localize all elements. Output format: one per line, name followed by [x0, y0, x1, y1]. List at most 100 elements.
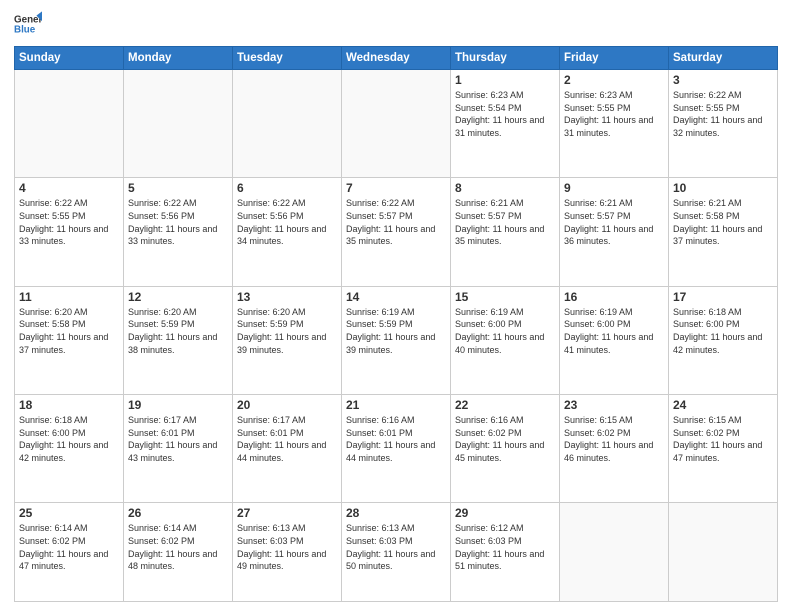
calendar-cell: 4 Sunrise: 6:22 AM Sunset: 5:55 PM Daylig… — [15, 178, 124, 286]
calendar-cell: 8 Sunrise: 6:21 AM Sunset: 5:57 PM Daylig… — [451, 178, 560, 286]
day-info: Sunrise: 6:21 AM Sunset: 5:58 PM Dayligh… — [673, 197, 773, 247]
calendar-cell: 29 Sunrise: 6:12 AM Sunset: 6:03 PM Dayli… — [451, 503, 560, 602]
week-row-3: 11 Sunrise: 6:20 AM Sunset: 5:58 PM Dayli… — [15, 286, 778, 394]
logo-icon: General Blue — [14, 10, 42, 38]
day-info: Sunrise: 6:16 AM Sunset: 6:01 PM Dayligh… — [346, 414, 446, 464]
day-info: Sunrise: 6:23 AM Sunset: 5:54 PM Dayligh… — [455, 89, 555, 139]
calendar-cell — [233, 70, 342, 178]
day-info: Sunrise: 6:18 AM Sunset: 6:00 PM Dayligh… — [673, 306, 773, 356]
day-info: Sunrise: 6:21 AM Sunset: 5:57 PM Dayligh… — [564, 197, 664, 247]
calendar-cell: 24 Sunrise: 6:15 AM Sunset: 6:02 PM Dayli… — [669, 395, 778, 503]
calendar-cell: 2 Sunrise: 6:23 AM Sunset: 5:55 PM Daylig… — [560, 70, 669, 178]
calendar-cell: 28 Sunrise: 6:13 AM Sunset: 6:03 PM Dayli… — [342, 503, 451, 602]
calendar-body: 1 Sunrise: 6:23 AM Sunset: 5:54 PM Daylig… — [15, 70, 778, 602]
weekday-wednesday: Wednesday — [342, 47, 451, 70]
calendar-cell: 15 Sunrise: 6:19 AM Sunset: 6:00 PM Dayli… — [451, 286, 560, 394]
day-info: Sunrise: 6:17 AM Sunset: 6:01 PM Dayligh… — [237, 414, 337, 464]
day-number: 29 — [455, 506, 555, 520]
day-number: 24 — [673, 398, 773, 412]
weekday-friday: Friday — [560, 47, 669, 70]
calendar-cell: 1 Sunrise: 6:23 AM Sunset: 5:54 PM Daylig… — [451, 70, 560, 178]
day-number: 16 — [564, 290, 664, 304]
day-info: Sunrise: 6:20 AM Sunset: 5:59 PM Dayligh… — [237, 306, 337, 356]
calendar-cell: 16 Sunrise: 6:19 AM Sunset: 6:00 PM Dayli… — [560, 286, 669, 394]
calendar-cell: 9 Sunrise: 6:21 AM Sunset: 5:57 PM Daylig… — [560, 178, 669, 286]
day-info: Sunrise: 6:22 AM Sunset: 5:55 PM Dayligh… — [19, 197, 119, 247]
calendar-cell: 21 Sunrise: 6:16 AM Sunset: 6:01 PM Dayli… — [342, 395, 451, 503]
day-info: Sunrise: 6:16 AM Sunset: 6:02 PM Dayligh… — [455, 414, 555, 464]
calendar-cell: 3 Sunrise: 6:22 AM Sunset: 5:55 PM Daylig… — [669, 70, 778, 178]
calendar-cell: 14 Sunrise: 6:19 AM Sunset: 5:59 PM Dayli… — [342, 286, 451, 394]
day-info: Sunrise: 6:14 AM Sunset: 6:02 PM Dayligh… — [128, 522, 228, 572]
day-number: 25 — [19, 506, 119, 520]
logo: General Blue — [14, 10, 42, 38]
calendar-cell: 18 Sunrise: 6:18 AM Sunset: 6:00 PM Dayli… — [15, 395, 124, 503]
day-info: Sunrise: 6:13 AM Sunset: 6:03 PM Dayligh… — [346, 522, 446, 572]
calendar-cell: 26 Sunrise: 6:14 AM Sunset: 6:02 PM Dayli… — [124, 503, 233, 602]
day-number: 21 — [346, 398, 446, 412]
calendar-cell: 25 Sunrise: 6:14 AM Sunset: 6:02 PM Dayli… — [15, 503, 124, 602]
day-number: 6 — [237, 181, 337, 195]
weekday-sunday: Sunday — [15, 47, 124, 70]
day-info: Sunrise: 6:18 AM Sunset: 6:00 PM Dayligh… — [19, 414, 119, 464]
weekday-thursday: Thursday — [451, 47, 560, 70]
day-info: Sunrise: 6:14 AM Sunset: 6:02 PM Dayligh… — [19, 522, 119, 572]
calendar-cell: 11 Sunrise: 6:20 AM Sunset: 5:58 PM Dayli… — [15, 286, 124, 394]
day-info: Sunrise: 6:13 AM Sunset: 6:03 PM Dayligh… — [237, 522, 337, 572]
day-number: 26 — [128, 506, 228, 520]
calendar-cell: 27 Sunrise: 6:13 AM Sunset: 6:03 PM Dayli… — [233, 503, 342, 602]
day-number: 2 — [564, 73, 664, 87]
day-info: Sunrise: 6:15 AM Sunset: 6:02 PM Dayligh… — [564, 414, 664, 464]
week-row-1: 1 Sunrise: 6:23 AM Sunset: 5:54 PM Daylig… — [15, 70, 778, 178]
calendar-cell — [669, 503, 778, 602]
calendar-cell: 7 Sunrise: 6:22 AM Sunset: 5:57 PM Daylig… — [342, 178, 451, 286]
calendar-table: SundayMondayTuesdayWednesdayThursdayFrid… — [14, 46, 778, 602]
day-number: 13 — [237, 290, 337, 304]
day-number: 14 — [346, 290, 446, 304]
day-number: 18 — [19, 398, 119, 412]
day-number: 27 — [237, 506, 337, 520]
day-info: Sunrise: 6:19 AM Sunset: 6:00 PM Dayligh… — [564, 306, 664, 356]
day-info: Sunrise: 6:20 AM Sunset: 5:58 PM Dayligh… — [19, 306, 119, 356]
day-info: Sunrise: 6:22 AM Sunset: 5:56 PM Dayligh… — [128, 197, 228, 247]
day-number: 10 — [673, 181, 773, 195]
day-number: 4 — [19, 181, 119, 195]
calendar-cell: 22Sunrise: 6:16 AM Sunset: 6:02 PM Dayli… — [451, 395, 560, 503]
calendar-cell: 10 Sunrise: 6:21 AM Sunset: 5:58 PM Dayli… — [669, 178, 778, 286]
day-number: 7 — [346, 181, 446, 195]
page: General Blue SundayMondayTuesdayWednesda… — [0, 0, 792, 612]
day-number: 3 — [673, 73, 773, 87]
week-row-2: 4 Sunrise: 6:22 AM Sunset: 5:55 PM Daylig… — [15, 178, 778, 286]
day-info: Sunrise: 6:15 AM Sunset: 6:02 PM Dayligh… — [673, 414, 773, 464]
week-row-4: 18 Sunrise: 6:18 AM Sunset: 6:00 PM Dayli… — [15, 395, 778, 503]
calendar-cell: 19Sunrise: 6:17 AM Sunset: 6:01 PM Dayli… — [124, 395, 233, 503]
day-info: Sunrise: 6:19 AM Sunset: 6:00 PM Dayligh… — [455, 306, 555, 356]
weekday-header-row: SundayMondayTuesdayWednesdayThursdayFrid… — [15, 47, 778, 70]
day-info: Sunrise: 6:20 AM Sunset: 5:59 PM Dayligh… — [128, 306, 228, 356]
day-number: 15 — [455, 290, 555, 304]
day-number: 5 — [128, 181, 228, 195]
day-info: Sunrise: 6:22 AM Sunset: 5:55 PM Dayligh… — [673, 89, 773, 139]
calendar-cell: 12Sunrise: 6:20 AM Sunset: 5:59 PM Dayli… — [124, 286, 233, 394]
day-number: 20 — [237, 398, 337, 412]
day-number: 28 — [346, 506, 446, 520]
calendar-cell: 5 Sunrise: 6:22 AM Sunset: 5:56 PM Daylig… — [124, 178, 233, 286]
calendar-cell: 20 Sunrise: 6:17 AM Sunset: 6:01 PM Dayli… — [233, 395, 342, 503]
day-number: 8 — [455, 181, 555, 195]
weekday-saturday: Saturday — [669, 47, 778, 70]
calendar-cell: 17Sunrise: 6:18 AM Sunset: 6:00 PM Dayli… — [669, 286, 778, 394]
week-row-5: 25 Sunrise: 6:14 AM Sunset: 6:02 PM Dayli… — [15, 503, 778, 602]
day-info: Sunrise: 6:22 AM Sunset: 5:57 PM Dayligh… — [346, 197, 446, 247]
calendar-cell: 23 Sunrise: 6:15 AM Sunset: 6:02 PM Dayli… — [560, 395, 669, 503]
calendar-cell: 13 Sunrise: 6:20 AM Sunset: 5:59 PM Dayli… — [233, 286, 342, 394]
day-info: Sunrise: 6:23 AM Sunset: 5:55 PM Dayligh… — [564, 89, 664, 139]
header: General Blue — [14, 10, 778, 38]
day-number: 1 — [455, 73, 555, 87]
day-number: 23 — [564, 398, 664, 412]
calendar-cell: 6Sunrise: 6:22 AM Sunset: 5:56 PM Daylig… — [233, 178, 342, 286]
day-number: 11 — [19, 290, 119, 304]
day-info: Sunrise: 6:21 AM Sunset: 5:57 PM Dayligh… — [455, 197, 555, 247]
day-info: Sunrise: 6:19 AM Sunset: 5:59 PM Dayligh… — [346, 306, 446, 356]
day-info: Sunrise: 6:12 AM Sunset: 6:03 PM Dayligh… — [455, 522, 555, 572]
day-number: 9 — [564, 181, 664, 195]
